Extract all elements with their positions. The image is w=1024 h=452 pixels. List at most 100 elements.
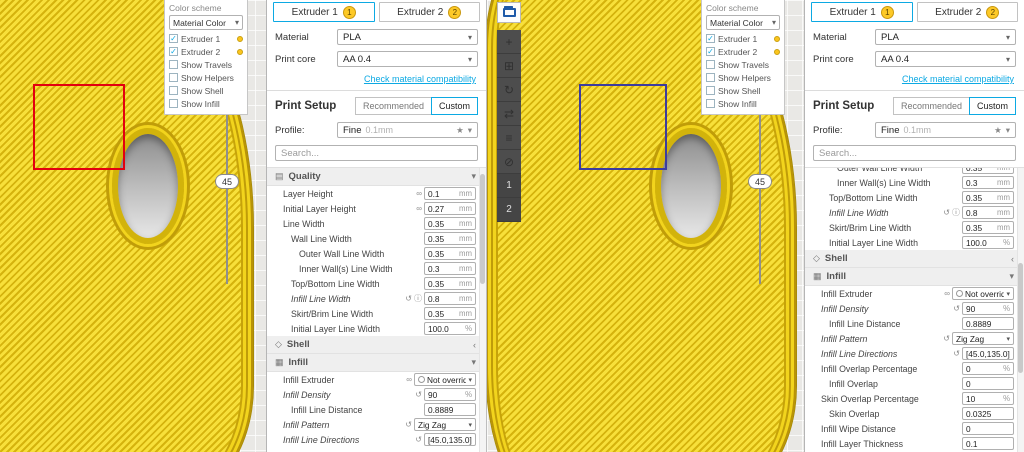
- colorscheme-item[interactable]: ✓Extruder 1: [169, 32, 243, 45]
- reset-icon[interactable]: ↺: [405, 420, 412, 429]
- setting-value-input[interactable]: 0.35mm: [424, 232, 476, 245]
- settings-category-shell[interactable]: ◇Shell‹: [805, 250, 1024, 268]
- material-dropdown[interactable]: PLA ▾: [337, 29, 478, 45]
- checkbox-icon[interactable]: [169, 60, 178, 69]
- scrollbar[interactable]: [479, 168, 486, 452]
- search-input[interactable]: [819, 148, 1010, 159]
- colorscheme-item[interactable]: Show Helpers: [169, 71, 243, 84]
- toolbar-extruder-2-button[interactable]: 2: [497, 198, 521, 222]
- settings-category-shell[interactable]: ◇Shell‹: [267, 336, 486, 354]
- check-material-compatibility-link[interactable]: Check material compatibility: [805, 70, 1024, 90]
- tab-extruder-1[interactable]: Extruder 1 1: [811, 2, 913, 22]
- settings-category-quality[interactable]: ▤Quality▾: [267, 168, 486, 186]
- move-tool[interactable]: +: [497, 30, 521, 54]
- setting-select[interactable]: Not overrid...▾: [414, 373, 476, 386]
- setting-value-input[interactable]: 0.3mm: [424, 262, 476, 275]
- setting-select[interactable]: Not overrid...▾: [952, 287, 1014, 300]
- setting-value-input[interactable]: 0.35mm: [424, 307, 476, 320]
- setting-value-input[interactable]: [45.0,135.0]: [424, 433, 476, 446]
- setting-value-input[interactable]: 100.0%: [962, 236, 1014, 249]
- setting-value-input[interactable]: 0.35mm: [962, 191, 1014, 204]
- scrollbar-thumb[interactable]: [1018, 263, 1023, 373]
- reset-icon[interactable]: ↺: [943, 208, 950, 217]
- setting-value-input[interactable]: 90%: [962, 302, 1014, 315]
- toolbar-extruder-1-button[interactable]: 1: [497, 174, 521, 198]
- tab-extruder-2[interactable]: Extruder 2 2: [917, 2, 1019, 22]
- color-scheme-dropdown[interactable]: Material Color ▾: [169, 15, 243, 30]
- colorscheme-item[interactable]: Show Travels: [169, 58, 243, 71]
- profile-dropdown[interactable]: Fine 0.1mm ★ ▾: [337, 122, 478, 138]
- checkbox-icon[interactable]: [169, 86, 178, 95]
- setting-value-input[interactable]: 0%: [962, 362, 1014, 375]
- scale-tool[interactable]: ⊞: [497, 54, 521, 78]
- setting-select[interactable]: Zig Zag▾: [414, 418, 476, 431]
- tab-extruder-2[interactable]: Extruder 2 2: [379, 2, 481, 22]
- colorscheme-item[interactable]: Show Shell: [706, 84, 780, 97]
- scrollbar[interactable]: [1017, 168, 1024, 452]
- colorscheme-item[interactable]: Show Infill: [169, 97, 243, 110]
- tab-extruder-1[interactable]: Extruder 1 1: [273, 2, 375, 22]
- reset-icon[interactable]: ↺: [415, 390, 422, 399]
- search-input[interactable]: [281, 148, 472, 159]
- layer-slider-handle[interactable]: 45: [215, 174, 239, 189]
- checkbox-checked-icon[interactable]: ✓: [706, 34, 715, 43]
- settings-category-infill[interactable]: ▦Infill▾: [805, 268, 1024, 286]
- setting-value-input[interactable]: 0.27mm: [424, 202, 476, 215]
- reset-icon[interactable]: ↺: [953, 304, 960, 313]
- checkbox-icon[interactable]: [706, 73, 715, 82]
- setting-value-input[interactable]: 0.8mm: [424, 292, 476, 305]
- colorscheme-item[interactable]: ✓Extruder 2: [169, 45, 243, 58]
- custom-button[interactable]: Custom: [431, 97, 478, 115]
- colorscheme-item[interactable]: ✓Extruder 2: [706, 45, 780, 58]
- layer-slider[interactable]: 45: [226, 86, 228, 284]
- setting-value-input[interactable]: 0.35mm: [962, 167, 1014, 174]
- layer-slider[interactable]: 45: [759, 86, 761, 284]
- setting-value-input[interactable]: 100.0%: [424, 322, 476, 335]
- setting-value-input[interactable]: 0.8mm: [962, 206, 1014, 219]
- mirror-tool[interactable]: ⇄: [497, 102, 521, 126]
- setting-value-input[interactable]: 0.35mm: [424, 277, 476, 290]
- colorscheme-item[interactable]: ✓Extruder 1: [706, 32, 780, 45]
- setting-value-input[interactable]: 0.3mm: [962, 176, 1014, 189]
- checkbox-icon[interactable]: [706, 99, 715, 108]
- custom-button[interactable]: Custom: [969, 97, 1016, 115]
- colorscheme-item[interactable]: Show Shell: [169, 84, 243, 97]
- layer-slider-handle[interactable]: 45: [748, 174, 772, 189]
- open-file-button[interactable]: [497, 2, 521, 23]
- setting-value-input[interactable]: 0.8889: [962, 317, 1014, 330]
- setting-value-input[interactable]: [45.0,135.0]: [962, 347, 1014, 360]
- checkbox-icon[interactable]: [706, 86, 715, 95]
- setting-value-input[interactable]: 0.1mm: [424, 187, 476, 200]
- reset-icon[interactable]: ↺: [953, 349, 960, 358]
- colorscheme-item[interactable]: Show Travels: [706, 58, 780, 71]
- reset-icon[interactable]: ↺: [943, 334, 950, 343]
- checkbox-icon[interactable]: [169, 73, 178, 82]
- checkbox-checked-icon[interactable]: ✓: [169, 34, 178, 43]
- checkbox-icon[interactable]: [169, 99, 178, 108]
- setting-value-input[interactable]: 90%: [424, 388, 476, 401]
- support-blocker-tool[interactable]: ⊘: [497, 150, 521, 174]
- scrollbar-thumb[interactable]: [480, 174, 485, 284]
- printcore-dropdown[interactable]: AA 0.4 ▾: [337, 51, 478, 67]
- rotate-tool[interactable]: ↻: [497, 78, 521, 102]
- reset-icon[interactable]: ↺: [415, 435, 422, 444]
- recommended-button[interactable]: Recommended: [893, 97, 970, 115]
- checkbox-checked-icon[interactable]: ✓: [706, 47, 715, 56]
- setting-value-input[interactable]: 0: [962, 377, 1014, 390]
- profile-dropdown[interactable]: Fine 0.1mm ★ ▾: [875, 122, 1016, 138]
- checkbox-icon[interactable]: [706, 60, 715, 69]
- printcore-dropdown[interactable]: AA 0.4 ▾: [875, 51, 1016, 67]
- setting-value-input[interactable]: 0: [962, 422, 1014, 435]
- setting-value-input[interactable]: 10%: [962, 392, 1014, 405]
- per-model-settings-tool[interactable]: ≡: [497, 126, 521, 150]
- reset-icon[interactable]: ↺: [405, 294, 412, 303]
- colorscheme-item[interactable]: Show Infill: [706, 97, 780, 110]
- setting-value-input[interactable]: 0.1: [962, 437, 1014, 450]
- settings-category-infill[interactable]: ▦Infill▾: [267, 354, 486, 372]
- color-scheme-dropdown[interactable]: Material Color ▾: [706, 15, 780, 30]
- setting-value-input[interactable]: 0.35mm: [424, 247, 476, 260]
- checkbox-checked-icon[interactable]: ✓: [169, 47, 178, 56]
- check-material-compatibility-link[interactable]: Check material compatibility: [267, 70, 486, 90]
- colorscheme-item[interactable]: Show Helpers: [706, 71, 780, 84]
- setting-value-input[interactable]: 0.35mm: [962, 221, 1014, 234]
